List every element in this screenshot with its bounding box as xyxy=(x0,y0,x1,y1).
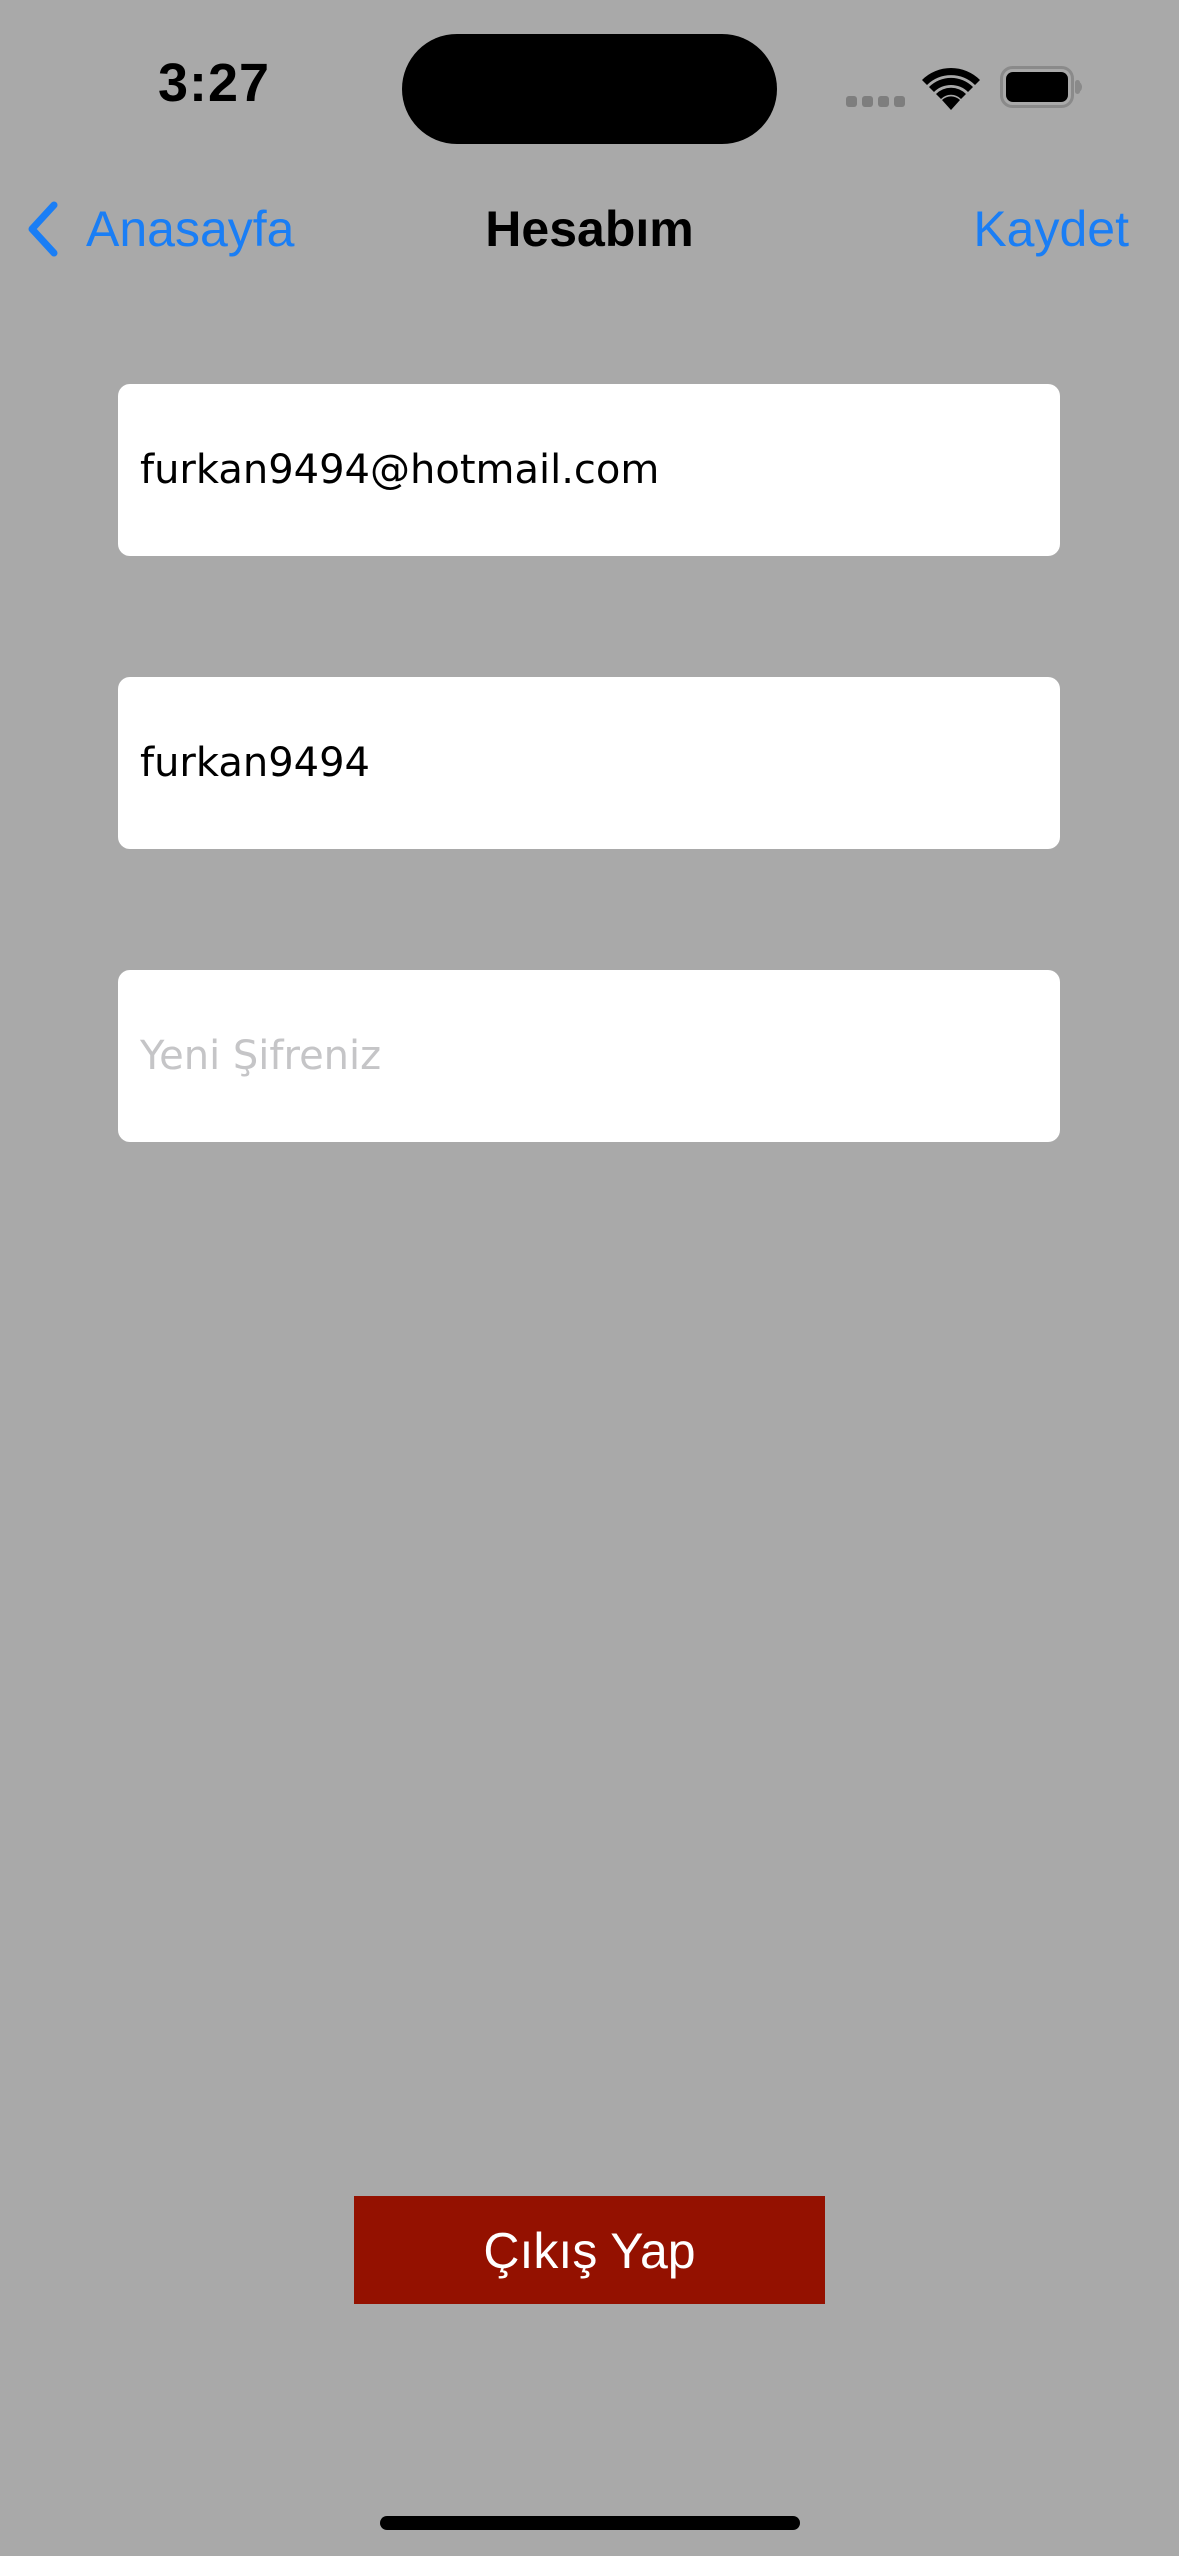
wifi-icon xyxy=(922,67,980,110)
home-indicator[interactable] xyxy=(380,2516,800,2530)
battery-icon xyxy=(1000,66,1082,108)
username-input[interactable] xyxy=(140,677,1040,849)
email-field[interactable] xyxy=(118,384,1060,556)
save-button[interactable]: Kaydet xyxy=(973,194,1129,264)
navigation-bar: Anasayfa Hesabım Kaydet xyxy=(0,180,1179,280)
signal-icon xyxy=(846,96,906,108)
dynamic-island xyxy=(402,34,777,144)
logout-button[interactable]: Çıkış Yap xyxy=(354,2196,825,2304)
status-time: 3:27 xyxy=(158,53,271,113)
new-password-input[interactable] xyxy=(140,970,1040,1142)
email-input[interactable] xyxy=(140,384,1040,556)
username-field[interactable] xyxy=(118,677,1060,849)
new-password-field[interactable] xyxy=(118,970,1060,1142)
status-bar: 3:27 xyxy=(0,0,1179,180)
